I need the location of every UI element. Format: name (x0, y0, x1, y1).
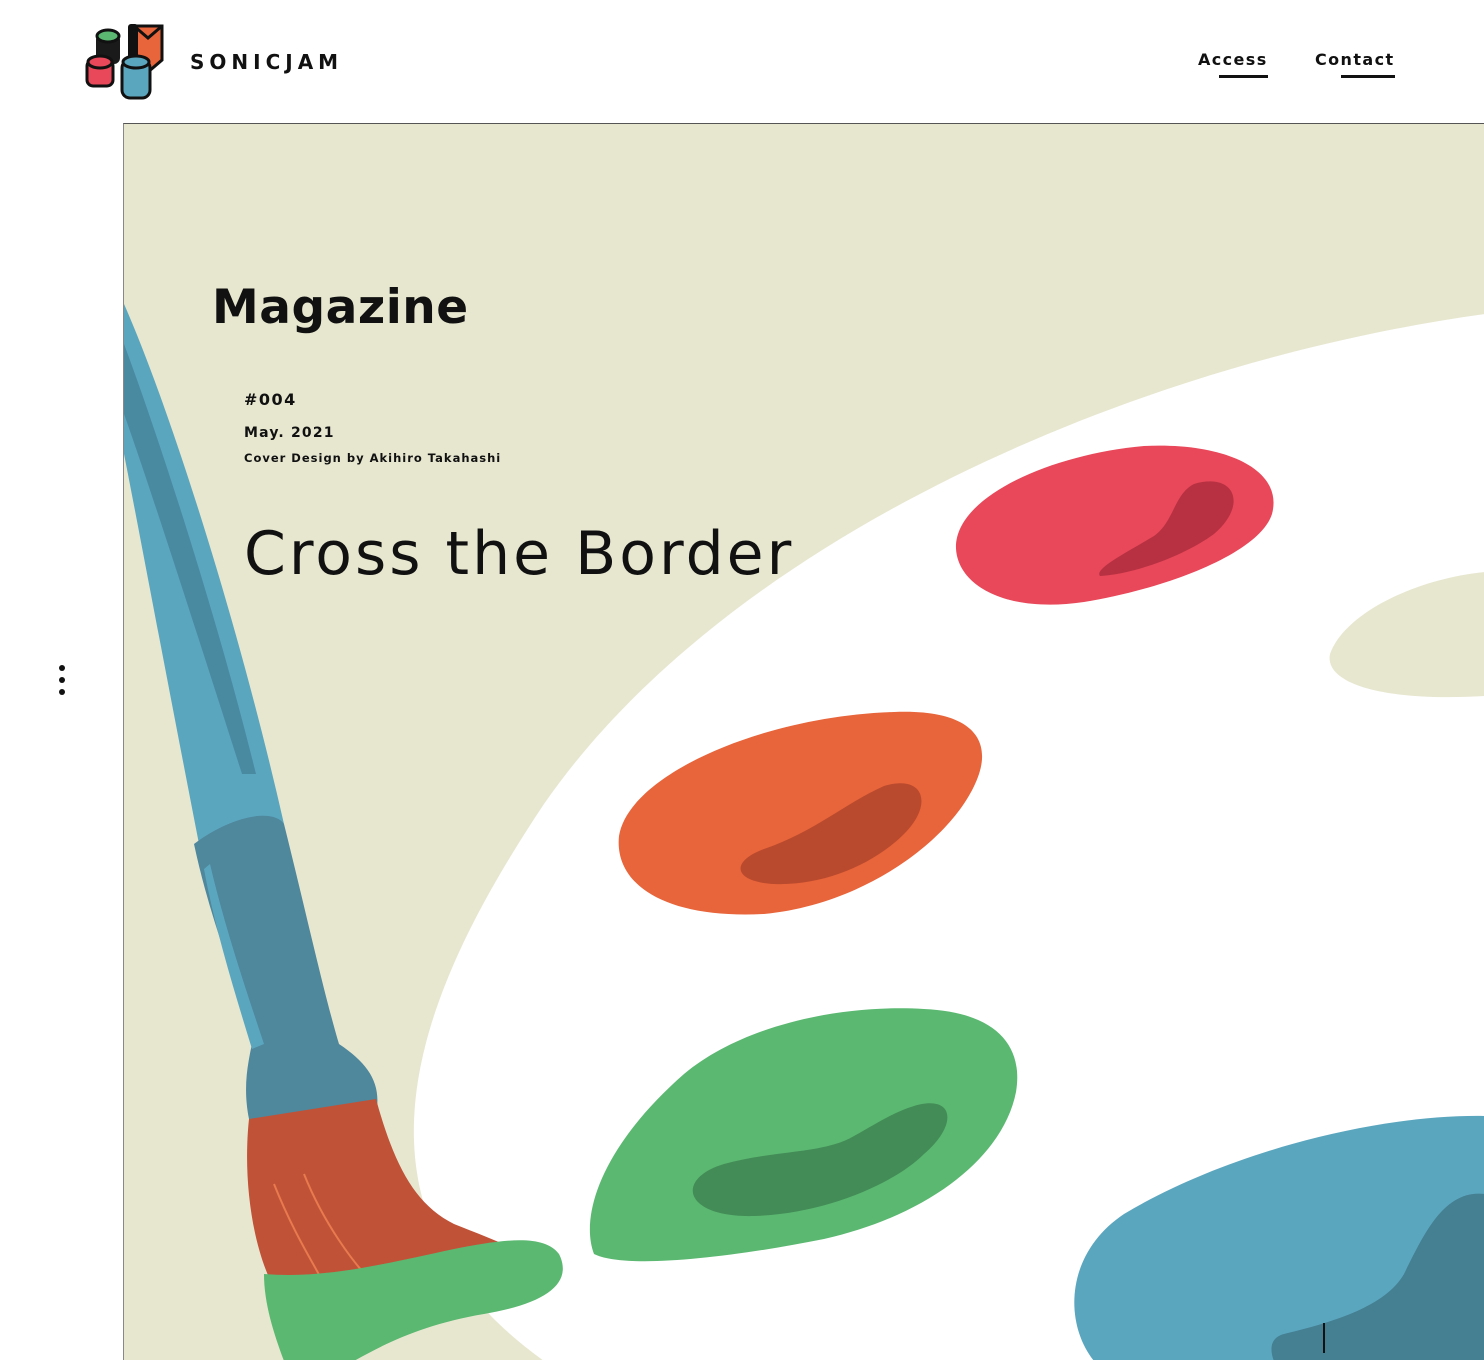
issue-headline: Cross the Border (244, 519, 795, 589)
brand-name-link[interactable]: SONICJAM (190, 50, 343, 74)
nav-access-underline (1218, 75, 1268, 78)
menu-dot (59, 677, 65, 683)
page: SONICJAM Access Contact Magazine #004 Ma… (0, 0, 1484, 1360)
nav-contact-underline (1340, 75, 1395, 78)
cover-credit: Cover Design by Akihiro Takahashi (244, 451, 502, 465)
scroll-indicator (1323, 1323, 1325, 1353)
issue-date: May. 2021 (244, 425, 335, 441)
menu-dot (59, 665, 65, 671)
nav-contact-link[interactable]: Contact (1315, 50, 1395, 78)
nav-contact-label: Contact (1315, 50, 1395, 69)
nav-access-label: Access (1198, 50, 1268, 69)
sonicjam-logo-icon[interactable] (84, 20, 168, 104)
vertical-dots-menu-icon[interactable] (50, 658, 74, 702)
menu-dot (59, 689, 65, 695)
site-header: SONICJAM Access Contact (0, 0, 1484, 124)
page-title: Magazine (212, 280, 469, 335)
nav-access-link[interactable]: Access (1198, 50, 1268, 78)
issue-number: #004 (244, 390, 297, 409)
